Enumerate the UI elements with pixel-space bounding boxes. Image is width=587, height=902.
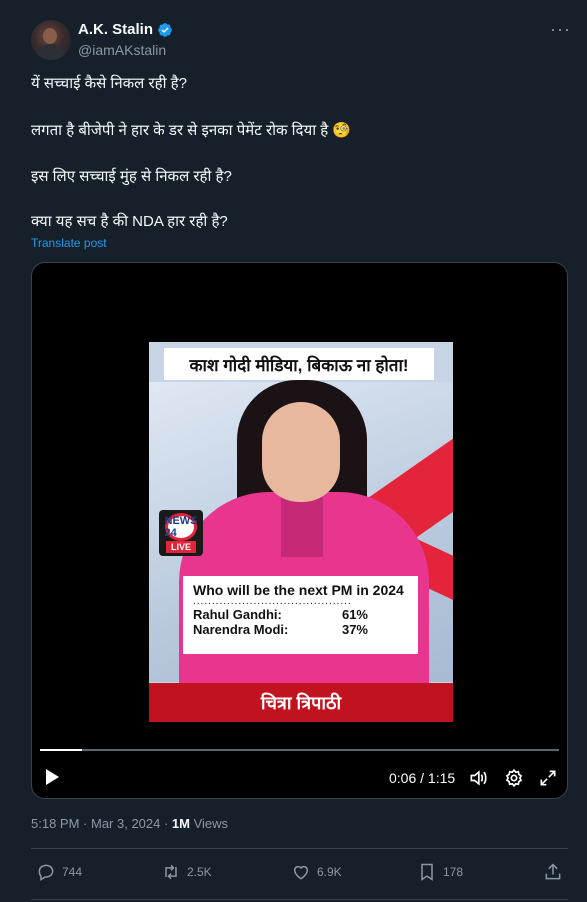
- fullscreen-icon[interactable]: [538, 768, 558, 788]
- repost-icon: [165, 864, 177, 880]
- heart-icon: [294, 865, 308, 880]
- news24-logo-ring: NEWS 24: [164, 513, 198, 541]
- display-name[interactable]: A.K. Stalin: [78, 21, 153, 38]
- poll-row: Rahul Gandhi: 61%: [193, 607, 368, 622]
- share-icon: [545, 863, 561, 880]
- verified-badge-icon: [158, 22, 172, 37]
- bookmark-icon: [421, 863, 433, 881]
- poll-row-name: Narendra Modi:: [193, 622, 289, 637]
- video-time: 0:06 / 1:15: [389, 770, 456, 786]
- video-caption: चित्रा त्रिपाठी: [149, 683, 453, 722]
- news24-logo: NEWS 24 LIVE: [159, 510, 203, 556]
- action-bar: 744 2.5K 6.9K 178: [31, 850, 568, 894]
- meta-separator: ·: [160, 816, 172, 831]
- video-frame: काश गोदी मीडिया, बिकाऊ ना होता! NEWS 24 …: [149, 342, 453, 722]
- poll-row: Narendra Modi: 37%: [193, 622, 368, 637]
- name-row: A.K. Stalin: [78, 21, 173, 38]
- tweet-text-line-1: यें सच्चाई कैसे निकल रही है?: [31, 75, 187, 92]
- bookmark-button[interactable]: 178: [417, 862, 463, 882]
- reply-icon: [38, 864, 54, 881]
- translate-post-link[interactable]: Translate post: [31, 236, 107, 250]
- tweet-text-line-4: क्या यह सच है की NDA हार रही है?: [31, 213, 228, 230]
- repost-count: 2.5K: [187, 865, 212, 879]
- meta-separator: ·: [79, 816, 91, 831]
- poll-overlay: Who will be the next PM in 2024 ........…: [183, 576, 418, 654]
- like-count: 6.9K: [317, 865, 342, 879]
- live-badge: LIVE: [166, 541, 196, 553]
- post-time[interactable]: 5:18 PM: [31, 816, 79, 831]
- tweet-text-line-3: इस लिए सच्चाई मुंह से निकल रही है?: [31, 168, 232, 185]
- tweet-text-line-2: लगता है बीजेपी ने हार के डर से इनका पेमे…: [31, 122, 352, 139]
- like-button[interactable]: 6.9K: [291, 862, 342, 882]
- poll-row-pct: 37%: [341, 622, 368, 637]
- settings-gear-icon[interactable]: [504, 768, 524, 788]
- tweet-meta: 5:18 PM · Mar 3, 2024 · 1M Views: [31, 816, 228, 831]
- handle[interactable]: @iamAKstalin: [78, 42, 166, 58]
- reply-count: 744: [62, 865, 83, 879]
- play-icon[interactable]: [46, 769, 59, 785]
- avatar-body: [37, 44, 65, 60]
- poll-row-name: Rahul Gandhi:: [193, 607, 282, 622]
- divider: [31, 848, 568, 849]
- volume-icon[interactable]: [468, 768, 488, 788]
- tweet: A.K. Stalin @iamAKstalin ··· यें सच्चाई …: [0, 0, 587, 902]
- avatar[interactable]: [31, 20, 71, 60]
- anchor-top: [281, 497, 323, 557]
- bookmark-count: 178: [443, 865, 464, 879]
- video-progress-fill: [40, 749, 82, 751]
- reply-button[interactable]: 744: [36, 862, 82, 882]
- poll-row-pct: 61%: [341, 607, 368, 622]
- avatar-face: [43, 28, 57, 44]
- post-date[interactable]: Mar 3, 2024: [91, 816, 160, 831]
- more-options-icon[interactable]: ···: [550, 20, 571, 38]
- video-headline: काश गोदी मीडिया, बिकाऊ ना होता!: [164, 348, 434, 380]
- tweet-header: A.K. Stalin @iamAKstalin ···: [31, 20, 571, 64]
- views-count: 1M: [171, 816, 190, 831]
- views-label: Views: [193, 816, 229, 831]
- anchor-face: [262, 402, 340, 502]
- video-player[interactable]: काश गोदी मीडिया, बिकाऊ ना होता! NEWS 24 …: [31, 262, 568, 799]
- share-button[interactable]: [543, 862, 563, 882]
- repost-button[interactable]: 2.5K: [161, 862, 212, 882]
- divider: [31, 899, 568, 900]
- video-progress-bar[interactable]: [40, 749, 559, 751]
- video-controls: 0:06 / 1:15: [32, 763, 567, 793]
